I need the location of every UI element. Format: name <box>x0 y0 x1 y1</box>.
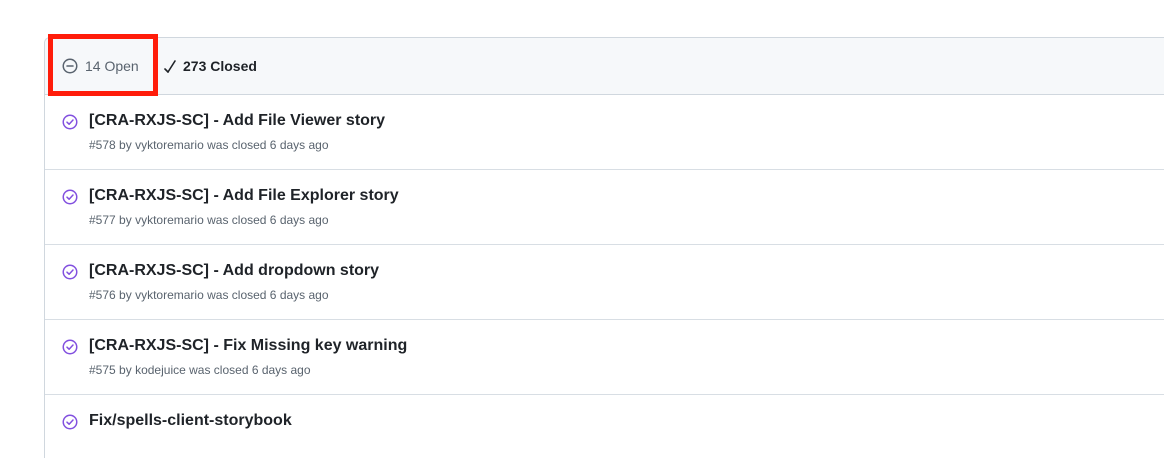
pull-request-number: #578 <box>89 138 116 152</box>
pull-request-meta: #578 by vyktoremario was closed 6 days a… <box>89 138 329 152</box>
check-circle-icon <box>62 414 78 430</box>
list-item: [CRA-RXJS-SC] - Add File Viewer story #5… <box>45 95 1164 170</box>
check-circle-icon <box>62 114 78 130</box>
author-link[interactable]: vyktoremario <box>135 288 204 302</box>
status-text: was closed 6 days ago <box>207 213 329 227</box>
pull-request-number: #577 <box>89 213 116 227</box>
author-link[interactable]: kodejuice <box>135 363 186 377</box>
check-circle-icon <box>62 339 78 355</box>
list-item: [CRA-RXJS-SC] - Add dropdown story #576 … <box>45 245 1164 320</box>
pull-request-meta: #575 by kodejuice was closed 6 days ago <box>89 363 311 377</box>
circle-minus-icon <box>62 58 78 74</box>
pull-request-meta: #576 by vyktoremario was closed 6 days a… <box>89 288 329 302</box>
pull-request-number: #576 <box>89 288 116 302</box>
check-icon <box>164 58 176 74</box>
by-label: by <box>119 363 132 377</box>
pull-request-title-link[interactable]: [CRA-RXJS-SC] - Add dropdown story <box>89 262 379 280</box>
open-filter-tab[interactable]: 14 Open <box>62 38 139 94</box>
pull-request-list: 14 Open 273 Closed [CRA-RXJS-SC] - Add F… <box>44 37 1164 458</box>
list-item: Fix/spells-client-storybook <box>45 395 1164 458</box>
pull-request-title-link[interactable]: Fix/spells-client-storybook <box>89 412 292 430</box>
author-link[interactable]: vyktoremario <box>135 138 204 152</box>
pull-request-title-link[interactable]: [CRA-RXJS-SC] - Add File Explorer story <box>89 187 399 205</box>
closed-filter-tab[interactable]: 273 Closed <box>164 38 257 94</box>
status-text: was closed 6 days ago <box>207 288 329 302</box>
status-text: was closed 6 days ago <box>189 363 311 377</box>
closed-count-label: 273 Closed <box>183 58 257 74</box>
by-label: by <box>119 213 132 227</box>
by-label: by <box>119 288 132 302</box>
status-text: was closed 6 days ago <box>207 138 329 152</box>
pull-request-meta: #577 by vyktoremario was closed 6 days a… <box>89 213 329 227</box>
list-item: [CRA-RXJS-SC] - Add File Explorer story … <box>45 170 1164 245</box>
by-label: by <box>119 138 132 152</box>
author-link[interactable]: vyktoremario <box>135 213 204 227</box>
pull-request-number: #575 <box>89 363 116 377</box>
check-circle-icon <box>62 264 78 280</box>
check-circle-icon <box>62 189 78 205</box>
pull-request-title-link[interactable]: [CRA-RXJS-SC] - Fix Missing key warning <box>89 337 407 355</box>
open-count-label: 14 Open <box>85 58 139 74</box>
list-header: 14 Open 273 Closed <box>45 38 1164 95</box>
pull-request-title-link[interactable]: [CRA-RXJS-SC] - Add File Viewer story <box>89 112 385 130</box>
list-item: [CRA-RXJS-SC] - Fix Missing key warning … <box>45 320 1164 395</box>
